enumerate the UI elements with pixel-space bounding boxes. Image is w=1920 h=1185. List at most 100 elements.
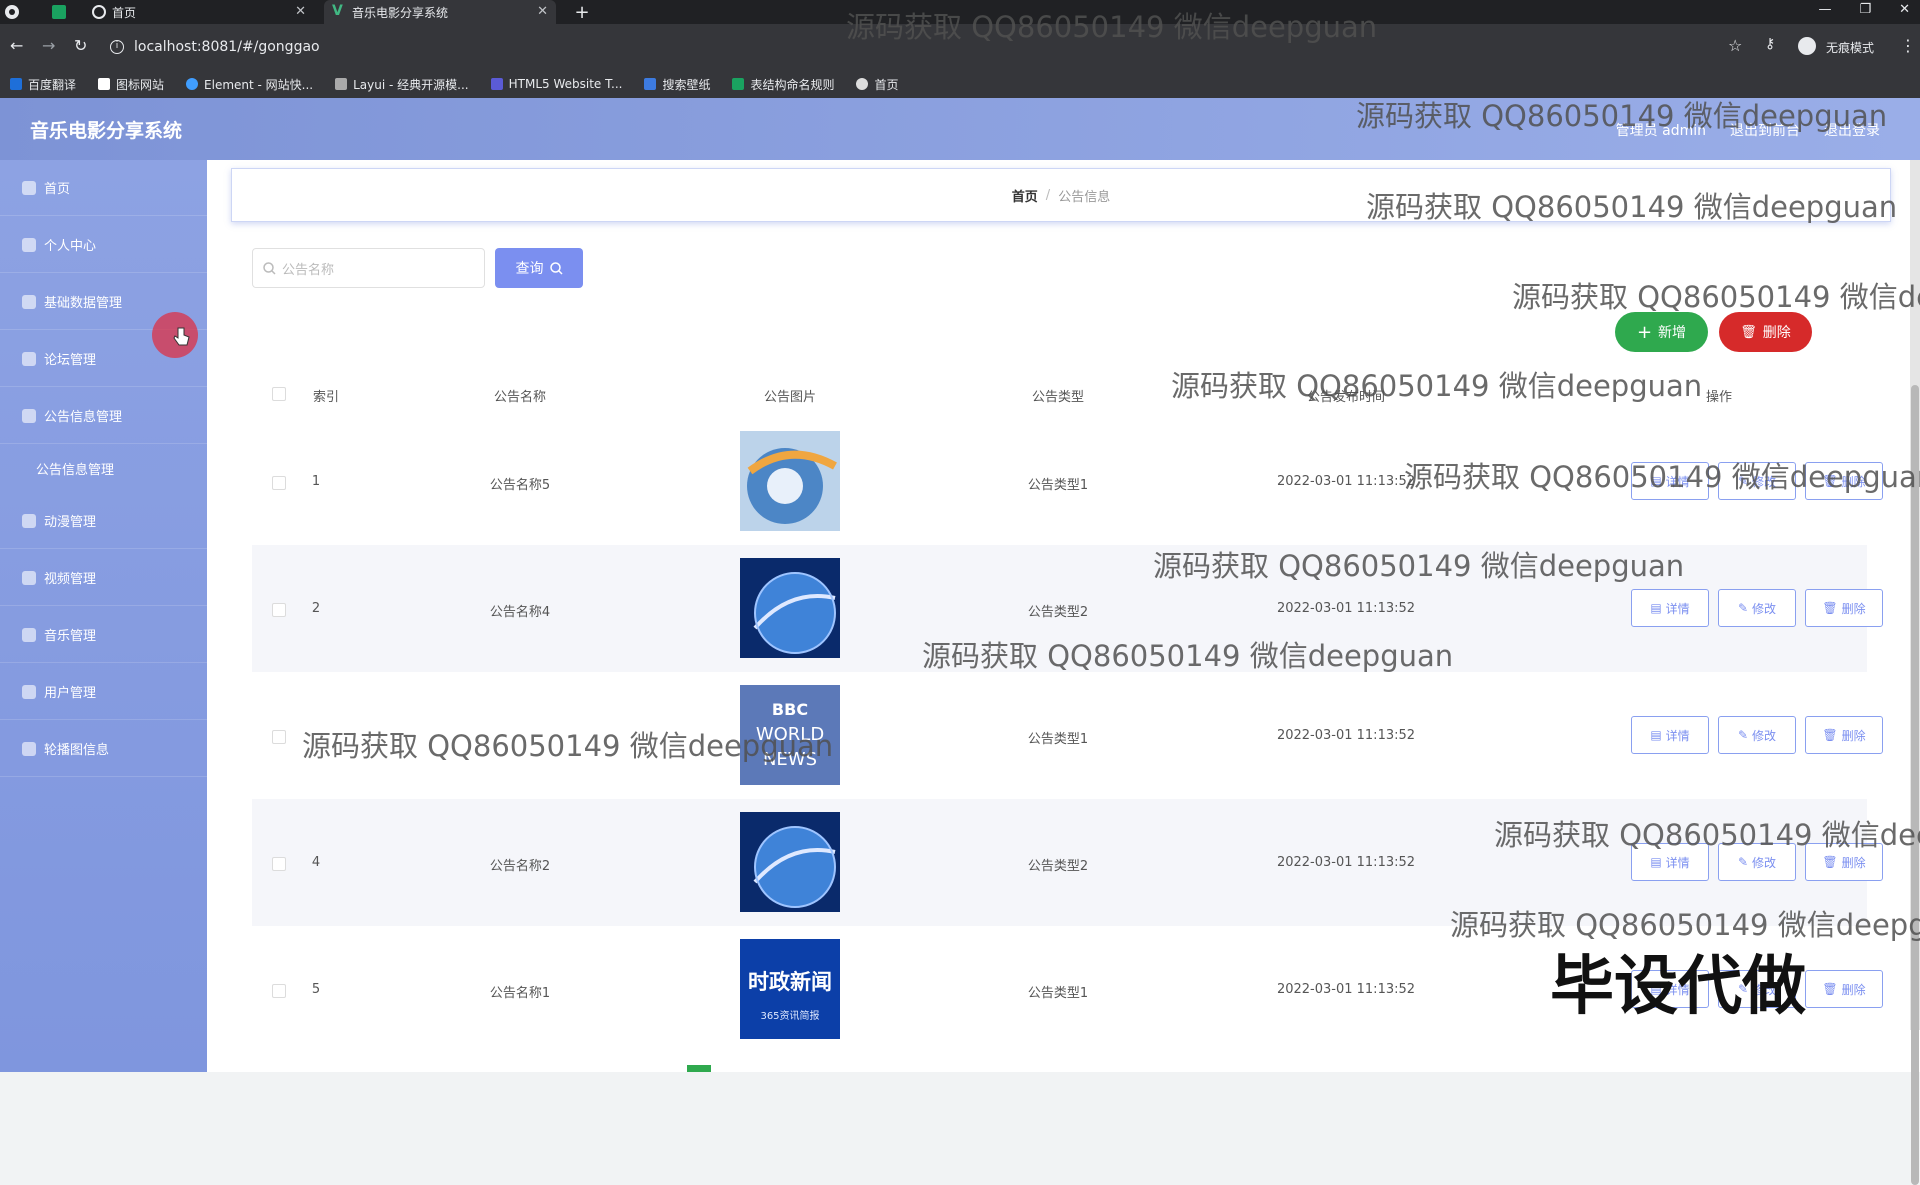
sidebar-item-label: 论坛管理 bbox=[44, 353, 97, 368]
select-all-checkbox[interactable] bbox=[272, 387, 286, 401]
sidebar-item-video[interactable]: 视频管理 bbox=[0, 550, 207, 606]
pinned-tab-icon[interactable] bbox=[48, 0, 72, 24]
edit-button[interactable]: ✎ 修改 bbox=[1718, 843, 1796, 881]
breadcrumb-home[interactable]: 首页 bbox=[1012, 186, 1038, 205]
bookmark-label: 首页 bbox=[874, 77, 899, 92]
notice-image bbox=[740, 558, 840, 658]
tab-close-icon[interactable]: ✕ bbox=[537, 4, 548, 19]
row-checkbox[interactable] bbox=[272, 857, 286, 871]
row-checkbox[interactable] bbox=[272, 730, 286, 744]
notice-image bbox=[740, 431, 840, 531]
edit-button[interactable]: ✎ 修改 bbox=[1718, 462, 1796, 500]
browser-menu-dots-icon[interactable]: ⋮ bbox=[1900, 36, 1916, 55]
search-button[interactable]: 查询 bbox=[495, 248, 583, 288]
detail-button[interactable]: ▤ 详情 bbox=[1631, 716, 1709, 754]
edit-button[interactable]: ✎ 修改 bbox=[1718, 589, 1796, 627]
search-icon bbox=[549, 261, 563, 275]
row-name: 公告名称4 bbox=[489, 605, 551, 620]
element-icon bbox=[186, 78, 199, 90]
back-icon[interactable]: ← bbox=[10, 36, 23, 55]
svg-text:BBC: BBC bbox=[772, 700, 808, 719]
bookmark-item[interactable]: HTML5 Website T... bbox=[490, 77, 622, 91]
sidebar-item-anime[interactable]: 动漫管理 bbox=[0, 493, 207, 549]
sidebar-item-label: 公告信息管理 bbox=[44, 410, 123, 425]
detail-button[interactable]: ▤ 详情 bbox=[1631, 843, 1709, 881]
incognito-label[interactable]: 无痕模式 bbox=[1826, 39, 1874, 56]
carousel-icon bbox=[22, 741, 36, 756]
detail-label: 详情 bbox=[1665, 855, 1690, 870]
sidebar-item-carousel[interactable]: 轮播图信息 bbox=[0, 721, 207, 777]
minimize-icon[interactable]: — bbox=[1818, 2, 1831, 17]
sidebar-item-profile[interactable]: 个人中心 bbox=[0, 217, 207, 273]
app-header: 音乐电影分享系统 管理员 admin 退出到前台 退出登录 bbox=[0, 98, 1920, 160]
bookmark-item[interactable]: Element - 网站快... bbox=[186, 76, 313, 93]
row-checkbox[interactable] bbox=[272, 603, 286, 617]
front-link[interactable]: 退出到前台 bbox=[1730, 120, 1800, 140]
table-row: 2 公告名称4 公告类型2 2022-03-01 11:13:52 ▤ 详情 ✎ 修… bbox=[252, 545, 1883, 672]
incognito-icon bbox=[1798, 37, 1816, 55]
sidebar: 首页 个人中心 基础数据管理 论坛管理 公告信息管理 公告信息管理 动漫管理 视… bbox=[0, 160, 207, 1072]
sidebar-subitem-notice[interactable]: 公告信息管理 bbox=[0, 443, 207, 493]
notice-image: BBC WORLD NEWS bbox=[740, 685, 840, 785]
batch-delete-button[interactable]: 🗑 删除 bbox=[1719, 312, 1812, 352]
bookmark-item[interactable]: 百度翻译 bbox=[10, 76, 76, 93]
row-type: 公告类型1 bbox=[1027, 732, 1089, 747]
detail-label: 详情 bbox=[1665, 728, 1690, 743]
key-icon[interactable]: ⚷ bbox=[1765, 36, 1775, 52]
row-type: 公告类型2 bbox=[1027, 859, 1089, 874]
restore-icon[interactable]: ❐ bbox=[1859, 2, 1871, 17]
detail-label: 详情 bbox=[1665, 474, 1690, 489]
row-checkbox[interactable] bbox=[272, 476, 286, 490]
row-time: 2022-03-01 11:13:52 bbox=[1276, 728, 1416, 743]
close-window-icon[interactable]: ✕ bbox=[1899, 2, 1910, 17]
svg-text:365资讯简报: 365资讯简报 bbox=[760, 1009, 819, 1022]
header-nav: 管理员 admin 退出到前台 退出登录 bbox=[1616, 120, 1880, 140]
add-button-label: 新增 bbox=[1658, 325, 1687, 341]
address-bar[interactable]: i localhost:8081/#/gonggao bbox=[110, 32, 1710, 62]
detail-button[interactable]: ▤ 详情 bbox=[1631, 462, 1709, 500]
delete-button[interactable]: 🗑 删除 bbox=[1805, 589, 1883, 627]
page-scrollbar[interactable] bbox=[1910, 160, 1920, 1185]
add-button[interactable]: + 新增 bbox=[1615, 312, 1708, 352]
video-icon bbox=[22, 570, 36, 585]
column-header: 索引 bbox=[312, 390, 340, 405]
edit-button[interactable]: ✎ 修改 bbox=[1718, 716, 1796, 754]
delete-button[interactable]: 🗑 删除 bbox=[1805, 843, 1883, 881]
svg-text:WORLD: WORLD bbox=[756, 724, 824, 745]
tab-home[interactable]: 首页 ✕ bbox=[84, 0, 314, 24]
bookmark-item[interactable]: 首页 bbox=[856, 76, 899, 93]
detail-button[interactable]: ▤ 详情 bbox=[1631, 589, 1709, 627]
sidebar-item-music[interactable]: 音乐管理 bbox=[0, 607, 207, 663]
bookmark-item[interactable]: Layui - 经典开源模... bbox=[335, 76, 469, 93]
tab-title: 音乐电影分享系统 bbox=[352, 5, 449, 20]
logout-link[interactable]: 退出登录 bbox=[1824, 120, 1880, 140]
forward-icon[interactable]: → bbox=[42, 36, 55, 55]
trash-icon: 🗑 bbox=[1822, 728, 1838, 742]
tab-close-icon[interactable]: ✕ bbox=[295, 4, 306, 19]
delete-button[interactable]: 🗑 删除 bbox=[1805, 462, 1883, 500]
search-input[interactable]: 公告名称 bbox=[252, 248, 485, 288]
layui-icon bbox=[335, 78, 348, 90]
sidebar-item-users[interactable]: 用户管理 bbox=[0, 664, 207, 720]
star-icon[interactable]: ☆ bbox=[1728, 36, 1742, 55]
row-name: 公告名称2 bbox=[489, 859, 551, 874]
tab-active[interactable]: V 音乐电影分享系统 ✕ bbox=[324, 0, 556, 24]
bookmark-item[interactable]: 搜索壁纸 bbox=[644, 76, 710, 93]
scroll-thumb[interactable] bbox=[1911, 385, 1919, 1185]
delete-label: 删除 bbox=[1841, 728, 1866, 743]
tab-title: 首页 bbox=[112, 5, 137, 20]
row-checkbox[interactable] bbox=[272, 984, 286, 998]
new-tab-icon[interactable]: + bbox=[570, 0, 594, 24]
row-index: 1 bbox=[311, 474, 321, 489]
bookmark-item[interactable]: 图标网站 bbox=[98, 76, 164, 93]
delete-button[interactable]: 🗑 删除 bbox=[1805, 716, 1883, 754]
bookmark-item[interactable]: 表结构命名规则 bbox=[732, 76, 834, 93]
html5-icon bbox=[490, 78, 503, 90]
sidebar-item-notice[interactable]: 公告信息管理 bbox=[0, 388, 207, 444]
browser-menu-icon[interactable] bbox=[0, 0, 24, 24]
flag-icon bbox=[22, 351, 36, 366]
delete-button[interactable]: 🗑 删除 bbox=[1805, 970, 1883, 1008]
delete-label: 删除 bbox=[1841, 601, 1866, 616]
reload-icon[interactable]: ↻ bbox=[74, 36, 87, 55]
sidebar-item-home[interactable]: 首页 bbox=[0, 160, 207, 216]
